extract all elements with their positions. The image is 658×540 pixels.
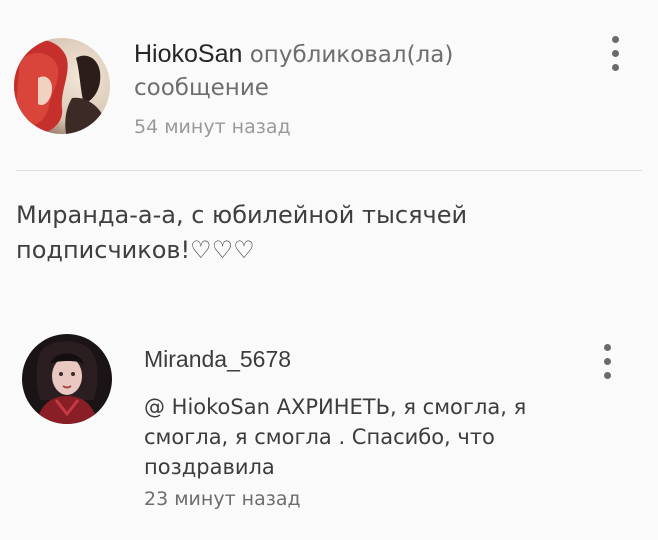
dot <box>604 344 611 351</box>
reply-timestamp: 23 минут назад <box>144 488 301 510</box>
dot <box>612 64 619 71</box>
divider <box>16 170 642 171</box>
post-action-text-2: сообщение <box>134 75 269 101</box>
dot <box>604 372 611 379</box>
post-author-line: HiokoSan опубликовал(ла) сообщение <box>134 38 554 105</box>
dot <box>604 358 611 365</box>
post-body-text: Миранда-а-а, с юбилейной тысячей подписч… <box>16 201 468 264</box>
reply-author-name[interactable]: Miranda_5678 <box>144 346 291 373</box>
dot <box>612 36 619 43</box>
avatar-image <box>22 334 112 424</box>
post-timestamp: 54 минут назад <box>134 116 291 138</box>
reply-more-menu-icon[interactable] <box>596 340 620 384</box>
reply-text: @ HiokoSan АХРИНЕТЬ, я смогла, я смогла,… <box>144 395 527 479</box>
post-header: HiokoSan опубликовал(ла) сообщение 54 ми… <box>0 0 658 170</box>
dot <box>612 50 619 57</box>
avatar-image <box>14 38 110 134</box>
post-action-text: опубликовал(ла) <box>242 42 454 68</box>
post-author-avatar[interactable] <box>14 38 110 134</box>
post-more-menu-icon[interactable] <box>604 32 628 76</box>
reply-author-avatar[interactable] <box>22 334 112 424</box>
post-author-name[interactable]: HiokoSan <box>134 40 242 68</box>
